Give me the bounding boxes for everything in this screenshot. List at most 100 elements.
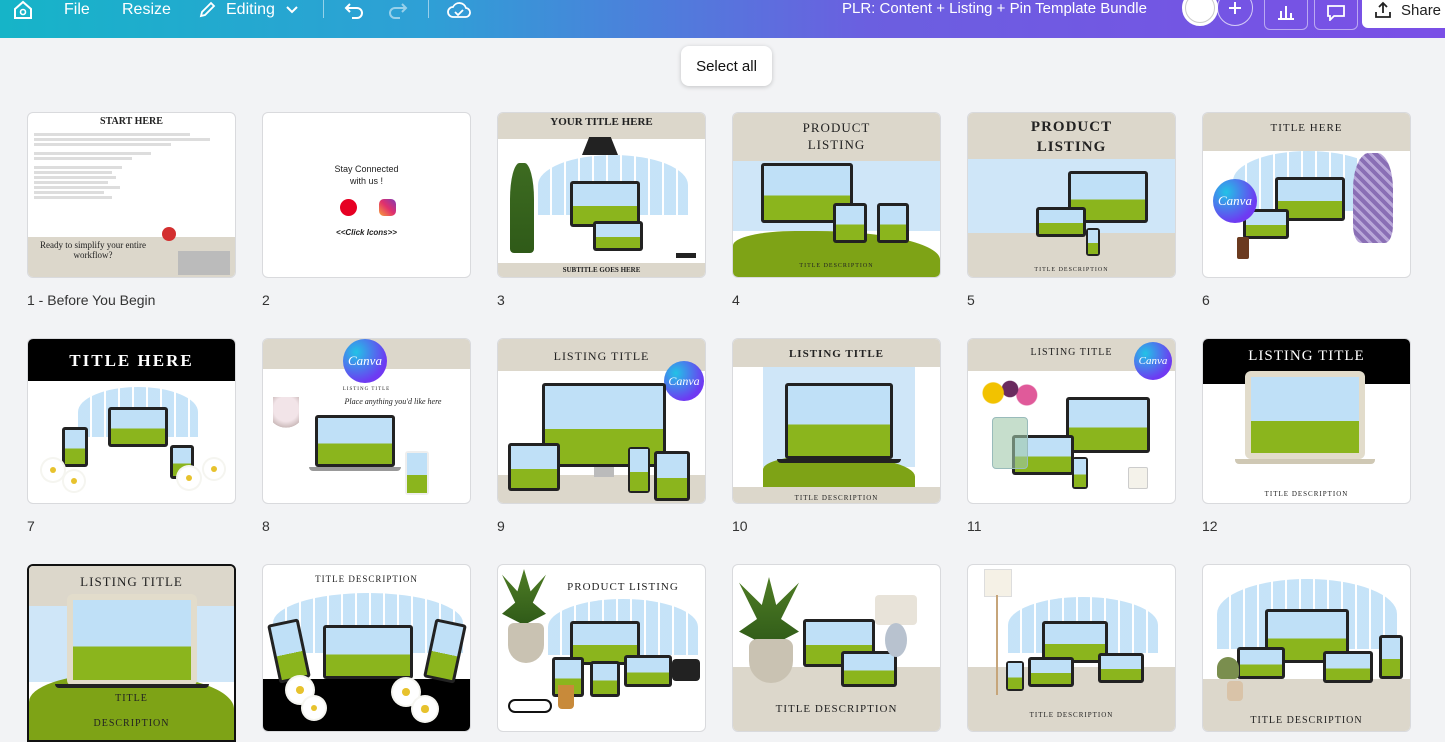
canva-logo: Canva xyxy=(1213,179,1257,223)
lamp-icon xyxy=(582,137,618,155)
pot-icon xyxy=(749,639,793,683)
laptop-mockup xyxy=(508,443,560,491)
avatar-image xyxy=(1185,0,1215,23)
page-caption-2: 2 xyxy=(262,292,270,308)
monitor-mockup xyxy=(1066,397,1150,453)
monitor-mockup xyxy=(323,625,413,679)
instagram-icon[interactable] xyxy=(379,199,396,216)
editing-label: Editing xyxy=(226,1,275,18)
glasses-icon xyxy=(508,699,552,713)
tablet-mockup xyxy=(1379,635,1403,679)
chevron-down-icon xyxy=(285,5,299,15)
page-thumbnail-9[interactable]: LISTING TITLE Canva xyxy=(497,338,706,504)
page-thumbnail-4[interactable]: PRODUCT LISTING TITLE DESCRIPTION xyxy=(732,112,941,278)
monitor-mockup xyxy=(108,407,168,447)
laptop-base xyxy=(309,467,401,471)
vase-icon xyxy=(992,417,1028,469)
undo-icon[interactable] xyxy=(343,0,365,20)
page-thumbnail-5[interactable]: PRODUCT LISTING TITLE DESCRIPTION xyxy=(967,112,1176,278)
pot-icon xyxy=(1227,681,1243,701)
page-thumbnail-13[interactable]: LISTING TITLE TITLE DESCRIPTION xyxy=(27,564,236,742)
page-caption-9: 9 xyxy=(497,518,505,534)
candle-icon xyxy=(1237,237,1249,259)
avatar[interactable] xyxy=(1182,0,1218,26)
page-18-subtitle: TITLE DESCRIPTION xyxy=(1250,715,1363,726)
file-menu[interactable]: File xyxy=(64,0,90,20)
lamp-icon xyxy=(875,595,917,625)
home-icon[interactable] xyxy=(12,0,34,20)
page-2-line2: with us ! xyxy=(349,176,383,186)
share-button[interactable]: Share xyxy=(1362,0,1445,28)
page-thumbnail-14[interactable]: TITLE DESCRIPTION xyxy=(262,564,471,732)
phone-mockup xyxy=(1072,457,1088,489)
pot-icon xyxy=(508,623,544,663)
select-all-button[interactable]: Select all xyxy=(681,46,772,86)
tablet-mockup xyxy=(833,203,867,243)
editing-mode-dropdown[interactable]: Editing xyxy=(198,0,299,20)
page-caption-7: 7 xyxy=(27,518,35,534)
cloud-saved-icon[interactable] xyxy=(447,0,471,20)
canva-logo: Canva xyxy=(1134,342,1172,380)
page-caption-5: 5 xyxy=(967,292,975,308)
page-thumbnail-8[interactable]: Canva LISTING TITLE Place anything you'd… xyxy=(262,338,471,504)
comments-button[interactable] xyxy=(1314,0,1358,30)
page-thumbnail-12[interactable]: LISTING TITLE TITLE DESCRIPTION xyxy=(1202,338,1411,504)
toolbar-divider xyxy=(428,0,429,18)
page-thumbnail-6[interactable]: TITLE HERE Canva xyxy=(1202,112,1411,278)
tablet-mockup xyxy=(654,451,690,501)
page-14-heading: TITLE DESCRIPTION xyxy=(315,574,418,584)
laptop-mockup xyxy=(593,221,643,251)
canva-logo: Canva xyxy=(343,339,387,383)
page-thumbnail-2[interactable]: Stay Connected with us ! <<Click Icons>> xyxy=(262,112,471,278)
page-thumbnail-17[interactable]: TITLE DESCRIPTION xyxy=(967,564,1176,732)
page-17-subtitle: TITLE DESCRIPTION xyxy=(1029,711,1114,719)
add-collaborator-button[interactable] xyxy=(1217,0,1253,26)
insights-button[interactable] xyxy=(1264,0,1308,30)
laptop-mockup xyxy=(1323,651,1373,683)
page-9-heading: LISTING TITLE xyxy=(553,349,650,363)
pinterest-icon[interactable] xyxy=(340,199,357,216)
page-2-link: <<Click Icons>> xyxy=(336,228,397,237)
page-thumbnail-16[interactable]: TITLE DESCRIPTION xyxy=(732,564,941,732)
tablet-mockup xyxy=(62,427,88,467)
lamp-pole xyxy=(996,595,998,695)
page-8-script: Place anything you'd like here xyxy=(344,397,442,406)
plant-icon xyxy=(502,569,546,625)
laptop-base xyxy=(55,684,209,688)
lamp-base xyxy=(885,623,907,657)
page-2-line1: Stay Connected xyxy=(334,164,399,174)
page-thumbnail-1[interactable]: START HERE Ready to simplify your entire… xyxy=(27,112,236,278)
laptop-mockup xyxy=(1098,653,1144,683)
page-12-heading: LISTING TITLE xyxy=(1248,348,1365,364)
toolbar-divider xyxy=(323,0,324,18)
page-caption-10: 10 xyxy=(732,518,748,534)
lavender-icon xyxy=(1353,153,1393,243)
plant-icon xyxy=(510,163,534,253)
redo-icon[interactable] xyxy=(387,0,409,20)
page-thumbnail-15[interactable]: PRODUCT LISTING xyxy=(497,564,706,732)
page-thumbnail-11[interactable]: LISTING TITLE Canva xyxy=(967,338,1176,504)
page-caption-8: 8 xyxy=(262,518,270,534)
monitor-stand xyxy=(594,467,614,477)
laptop-mockup xyxy=(1028,657,1074,687)
page-5-heading1: PRODUCT xyxy=(1030,119,1113,135)
page-16-subtitle: TITLE DESCRIPTION xyxy=(775,703,898,715)
upload-icon xyxy=(1374,1,1392,19)
page-4-heading1: PRODUCT xyxy=(802,120,871,135)
resize-button[interactable]: Resize xyxy=(122,0,171,20)
page-1-heading: START HERE xyxy=(100,116,163,127)
page-10-heading: LISTING TITLE xyxy=(788,348,885,360)
page-13-sub1: TITLE xyxy=(115,693,148,704)
page-thumbnail-10[interactable]: LISTING TITLE TITLE DESCRIPTION xyxy=(732,338,941,504)
page-5-subtitle: TITLE DESCRIPTION xyxy=(1034,267,1109,273)
document-title[interactable]: PLR: Content + Listing + Pin Template Bu… xyxy=(842,0,1147,18)
succulent-icon xyxy=(1217,657,1239,679)
page-thumbnail-3[interactable]: YOUR TITLE HERE SUBTITLE GOES HERE xyxy=(497,112,706,278)
phone-mockup xyxy=(1006,661,1024,691)
page-12-subtitle: TITLE DESCRIPTION xyxy=(1264,490,1349,498)
page-thumbnail-18[interactable]: TITLE DESCRIPTION xyxy=(1202,564,1411,732)
canva-logo: Canva xyxy=(664,361,704,401)
page-15-heading: PRODUCT LISTING xyxy=(567,581,679,593)
page-thumbnail-7[interactable]: TITLE HERE xyxy=(27,338,236,504)
page-4-heading2: LISTING xyxy=(807,137,866,152)
